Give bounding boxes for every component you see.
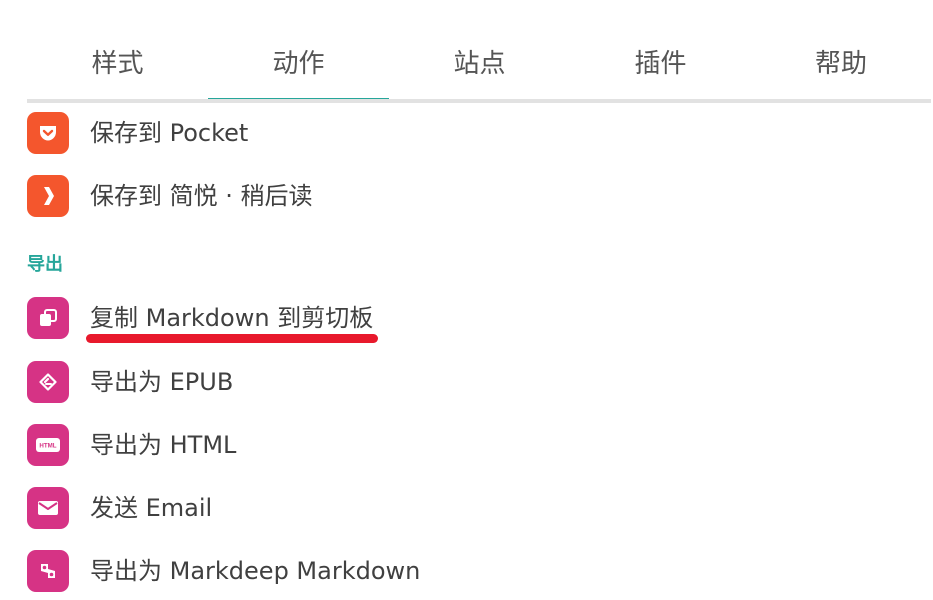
tab-label: 动作 xyxy=(272,48,325,79)
tab-action[interactable]: 动作 xyxy=(208,26,389,102)
tab-label: 帮助 xyxy=(814,48,867,79)
tab-bar: 样式 动作 站点 插件 帮助 xyxy=(27,26,931,102)
item-label: 复制 Markdown 到剪切板 xyxy=(90,304,374,332)
red-highlight-underline xyxy=(86,334,378,343)
item-label: 导出为 Markdeep Markdown xyxy=(90,557,421,585)
tab-divider xyxy=(27,99,931,103)
export-section-title: 导出 xyxy=(27,254,63,275)
save-to-read-later-item[interactable]: 保存到 简悦 · 稍后读 xyxy=(27,174,907,218)
html-icon: HTML xyxy=(27,424,69,466)
tab-label: 插件 xyxy=(634,48,687,79)
tab-plugin[interactable]: 插件 xyxy=(570,26,751,99)
export-epub-item[interactable]: 导出为 EPUB xyxy=(27,360,907,404)
item-label: 导出为 HTML xyxy=(90,431,237,459)
epub-icon xyxy=(27,361,69,403)
item-label: 保存到 简悦 · 稍后读 xyxy=(90,182,313,210)
pocket-icon xyxy=(27,112,69,154)
item-label: 保存到 Pocket xyxy=(90,119,249,147)
read-later-chevron-icon xyxy=(27,175,69,217)
tab-help[interactable]: 帮助 xyxy=(751,26,931,99)
markdeep-icon xyxy=(27,550,69,592)
tab-label: 样式 xyxy=(91,48,144,79)
tab-label: 站点 xyxy=(453,48,506,79)
tab-site[interactable]: 站点 xyxy=(389,26,570,99)
copy-icon xyxy=(27,297,69,339)
save-to-pocket-item[interactable]: 保存到 Pocket xyxy=(27,111,907,155)
export-html-item[interactable]: HTML 导出为 HTML xyxy=(27,423,907,467)
send-email-item[interactable]: 发送 Email xyxy=(27,486,907,530)
export-markdeep-item[interactable]: 导出为 Markdeep Markdown xyxy=(27,549,907,593)
email-icon xyxy=(27,487,69,529)
html-icon-text: HTML xyxy=(39,443,56,450)
action-panel: 样式 动作 站点 插件 帮助 保存到 Pocket 保存到 简悦 · 稍后读 导… xyxy=(0,0,933,600)
item-label: 导出为 EPUB xyxy=(90,368,234,396)
item-label: 发送 Email xyxy=(90,494,213,522)
tab-style[interactable]: 样式 xyxy=(27,26,208,99)
